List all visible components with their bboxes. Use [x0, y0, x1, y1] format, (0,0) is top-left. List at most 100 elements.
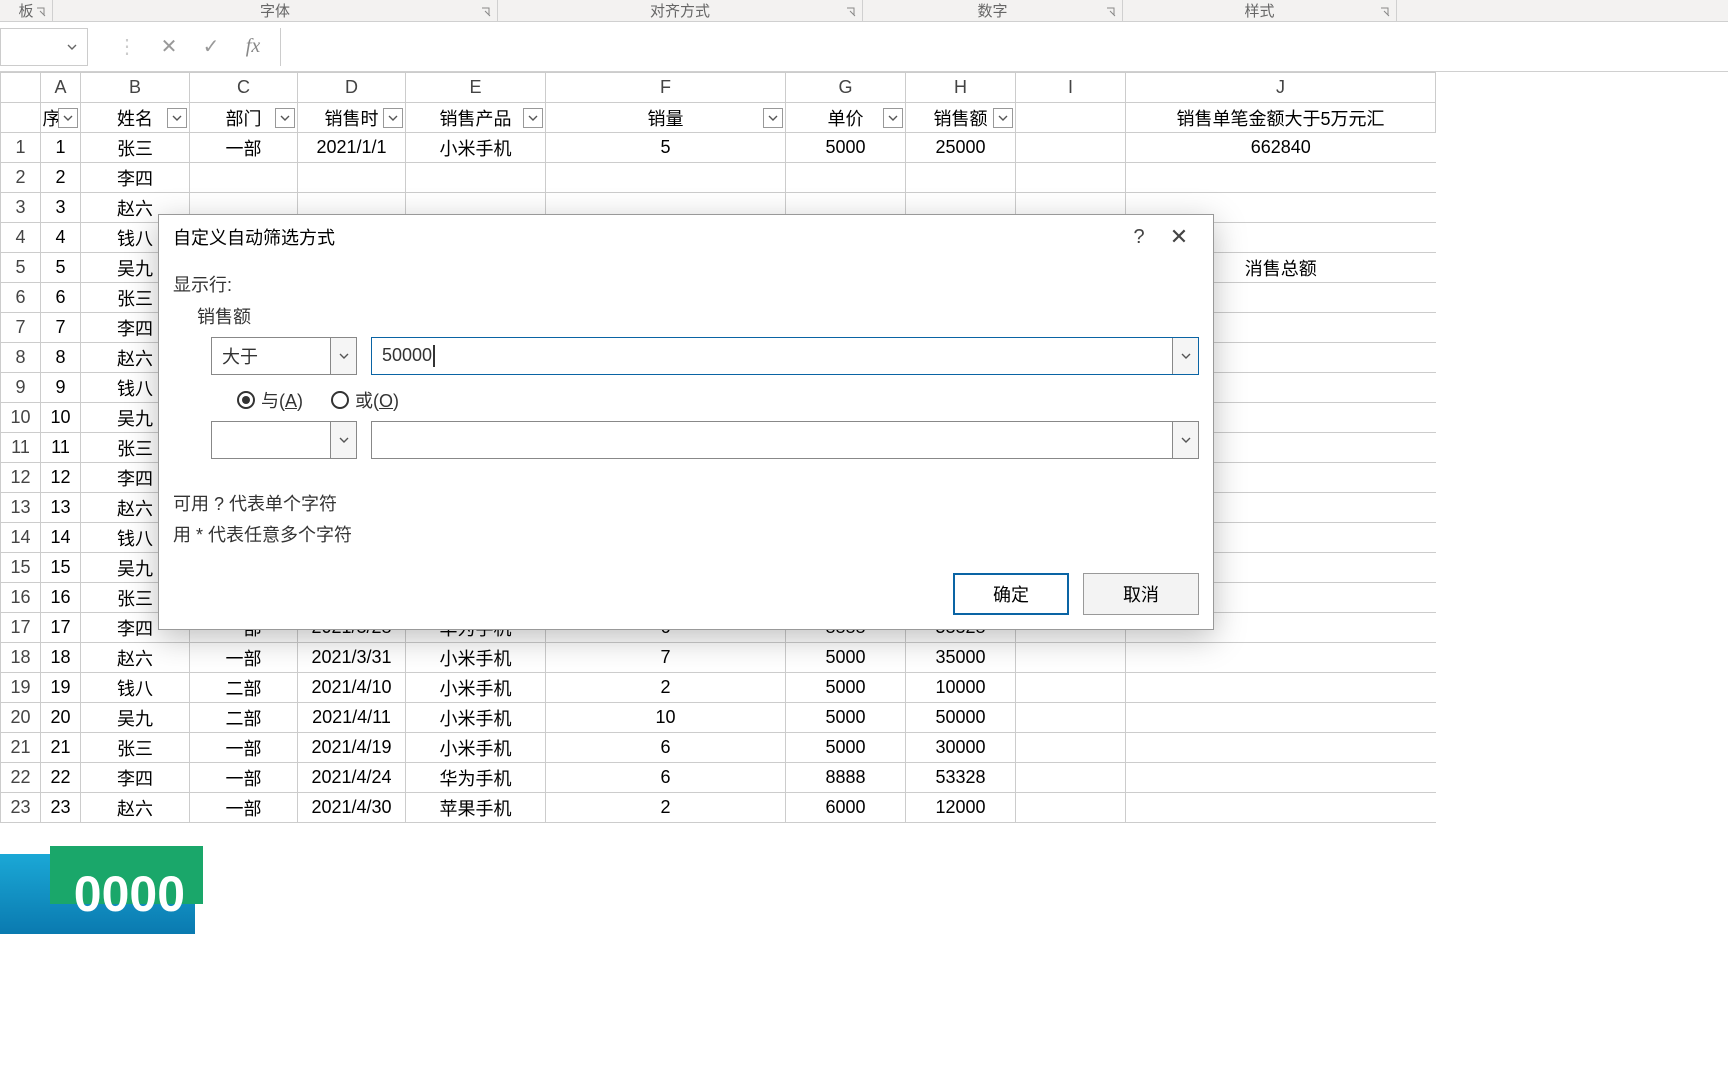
cell[interactable]: 2	[546, 793, 786, 823]
cell[interactable]	[1126, 763, 1436, 793]
row-header[interactable]: 5	[1, 253, 41, 283]
table-header-cell[interactable]: 销售单笔金额大于5万元汇	[1126, 103, 1436, 133]
cell[interactable]: 华为手机	[406, 763, 546, 793]
column-header[interactable]: A	[41, 73, 81, 103]
cell[interactable]: 2	[41, 163, 81, 193]
cell[interactable]: 50000	[906, 703, 1016, 733]
name-box[interactable]	[0, 28, 88, 66]
expand-icon[interactable]	[1104, 5, 1118, 19]
cell[interactable]: 12	[41, 463, 81, 493]
cell[interactable]: 1	[41, 133, 81, 163]
expand-icon[interactable]	[34, 5, 48, 19]
cell[interactable]	[1016, 763, 1126, 793]
cell[interactable]: 李四	[81, 163, 190, 193]
cell[interactable]: 6000	[786, 793, 906, 823]
row-header[interactable]: 22	[1, 763, 41, 793]
table-header-cell[interactable]: 单价	[786, 103, 906, 133]
chevron-down-icon[interactable]	[330, 422, 356, 458]
chevron-down-icon[interactable]	[1172, 338, 1198, 374]
fx-icon[interactable]: fx	[232, 28, 274, 66]
cell[interactable]: 2021/4/24	[298, 763, 406, 793]
name-box-dropdown[interactable]	[63, 42, 81, 52]
row-header[interactable]: 6	[1, 283, 41, 313]
cell[interactable]	[546, 163, 786, 193]
cell[interactable]: 2021/3/31	[298, 643, 406, 673]
cancel-formula-icon[interactable]: ✕	[148, 28, 190, 66]
cell[interactable]: 二部	[190, 673, 298, 703]
ok-button[interactable]: 确定	[953, 573, 1069, 615]
row-header[interactable]: 2	[1, 163, 41, 193]
cell[interactable]	[1016, 643, 1126, 673]
filter-dropdown-icon[interactable]	[167, 108, 187, 128]
row-header[interactable]: 3	[1, 193, 41, 223]
column-header[interactable]: F	[546, 73, 786, 103]
row-header[interactable]: 18	[1, 643, 41, 673]
table-header-cell[interactable]: 部门	[190, 103, 298, 133]
value-2-combobox[interactable]	[371, 421, 1199, 459]
row-header[interactable]: 13	[1, 493, 41, 523]
table-header-cell[interactable]	[1016, 103, 1126, 133]
cell[interactable]: 二部	[190, 703, 298, 733]
cell[interactable]: 22	[41, 763, 81, 793]
cell[interactable]: 17	[41, 613, 81, 643]
column-header[interactable]: E	[406, 73, 546, 103]
cell[interactable]: 18	[41, 643, 81, 673]
column-header[interactable]: C	[190, 73, 298, 103]
row-header[interactable]: 8	[1, 343, 41, 373]
and-radio[interactable]: 与(A)	[237, 387, 303, 413]
dialog-close-button[interactable]: ✕	[1159, 224, 1199, 250]
chevron-down-icon[interactable]	[330, 338, 356, 374]
cell[interactable]	[1126, 793, 1436, 823]
filter-dropdown-icon[interactable]	[883, 108, 903, 128]
cell[interactable]: 15	[41, 553, 81, 583]
cell[interactable]: 8	[41, 343, 81, 373]
cell[interactable]: 11	[41, 433, 81, 463]
cell[interactable]	[1126, 703, 1436, 733]
cell[interactable]: 10	[41, 403, 81, 433]
cell[interactable]	[1016, 673, 1126, 703]
cell[interactable]: 5	[546, 133, 786, 163]
cell[interactable]: 2021/4/10	[298, 673, 406, 703]
cell[interactable]: 一部	[190, 733, 298, 763]
operator-1-combobox[interactable]: 大于	[211, 337, 357, 375]
cell[interactable]: 16	[41, 583, 81, 613]
filter-dropdown-icon[interactable]	[523, 108, 543, 128]
or-radio[interactable]: 或(O)	[331, 387, 399, 413]
cell[interactable]: 2021/4/19	[298, 733, 406, 763]
cell[interactable]: 2021/4/11	[298, 703, 406, 733]
row-header[interactable]: 15	[1, 553, 41, 583]
dialog-help-button[interactable]: ?	[1119, 226, 1159, 249]
cell[interactable]: 5000	[786, 643, 906, 673]
cell[interactable]: 662840	[1126, 133, 1436, 163]
filter-dropdown-icon[interactable]	[58, 108, 78, 128]
cell[interactable]: 12000	[906, 793, 1016, 823]
cell[interactable]	[906, 163, 1016, 193]
expand-icon[interactable]	[479, 5, 493, 19]
cell[interactable]: 张三	[81, 133, 190, 163]
cell[interactable]: 小米手机	[406, 673, 546, 703]
cell[interactable]: 7	[546, 643, 786, 673]
cell[interactable]: 2021/1/1	[298, 133, 406, 163]
table-header-cell[interactable]: 销量	[546, 103, 786, 133]
cell[interactable]: 一部	[190, 643, 298, 673]
formula-input[interactable]	[280, 28, 1728, 66]
cell[interactable]	[1016, 133, 1126, 163]
cell[interactable]	[1016, 703, 1126, 733]
cell[interactable]	[406, 163, 546, 193]
cell[interactable]: 20	[41, 703, 81, 733]
cell[interactable]: 2021/4/30	[298, 793, 406, 823]
column-header[interactable]: I	[1016, 73, 1126, 103]
row-header[interactable]: 21	[1, 733, 41, 763]
cell[interactable]	[1126, 163, 1436, 193]
cell[interactable]: 赵六	[81, 793, 190, 823]
cell[interactable]: 小米手机	[406, 703, 546, 733]
cell[interactable]: 25000	[906, 133, 1016, 163]
column-header[interactable]: H	[906, 73, 1016, 103]
row-header[interactable]: 10	[1, 403, 41, 433]
cell[interactable]: 吴九	[81, 703, 190, 733]
cell[interactable]: 10000	[906, 673, 1016, 703]
confirm-formula-icon[interactable]: ✓	[190, 28, 232, 66]
row-header[interactable]: 1	[1, 133, 41, 163]
chevron-down-icon[interactable]	[1172, 422, 1198, 458]
row-header[interactable]: 7	[1, 313, 41, 343]
